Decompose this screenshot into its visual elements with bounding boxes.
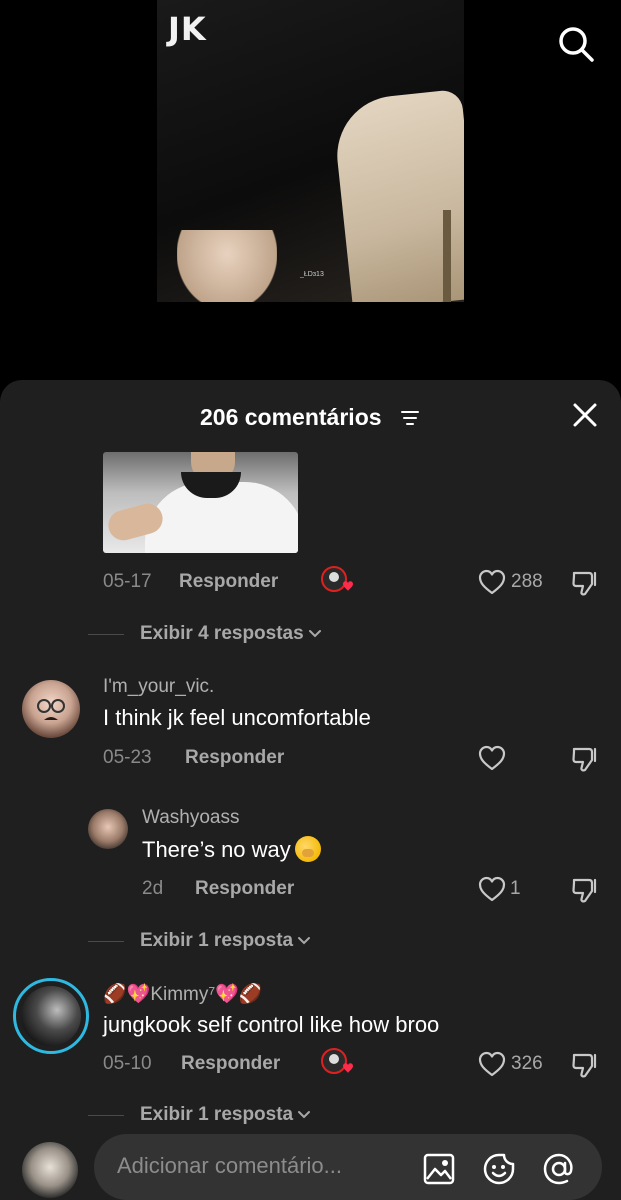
creator-liked-badge (321, 1048, 355, 1078)
thumbs-down-icon[interactable] (571, 745, 599, 773)
video-hand (177, 230, 277, 302)
creator-liked-badge (321, 566, 355, 596)
reply-button[interactable]: Responder (181, 1053, 280, 1075)
comments-count-title: 206 comentários (200, 404, 382, 430)
comment-input-placeholder: Adicionar comentário... (117, 1153, 342, 1178)
view-replies-label: Exibir 4 respostas (140, 623, 304, 644)
chevron-down-icon (308, 629, 321, 638)
comment-date: 2d (142, 878, 164, 899)
like-count: 326 (511, 1053, 543, 1074)
hand-over-mouth-emoji-icon (294, 836, 321, 862)
replies-divider (88, 634, 124, 635)
comment-input-bar: Adicionar comentário... (0, 1124, 621, 1200)
comment-username[interactable]: I'm_your_vic. (103, 676, 214, 698)
chevron-down-icon (298, 936, 311, 945)
avatar[interactable] (88, 809, 128, 849)
view-replies-link[interactable]: Exibir 1 resposta (140, 930, 311, 952)
comments-sheet: 206 comentários 05-17 Responder 288 Exib… (0, 380, 621, 1200)
comment-input[interactable]: Adicionar comentário... (94, 1134, 602, 1200)
video-watermark: _ŁDɜ13 (300, 271, 324, 278)
image-icon[interactable] (422, 1152, 456, 1186)
comment-text-content: There’s no way (142, 837, 291, 862)
avatar-story-ring[interactable] (13, 978, 89, 1054)
search-icon[interactable] (556, 24, 596, 64)
current-user-avatar[interactable] (22, 1142, 78, 1198)
comment-date: 05-23 (103, 747, 152, 768)
filter-icon[interactable] (401, 410, 419, 426)
video-frame[interactable]: JK _ŁDɜ13 (157, 0, 464, 302)
heart-outline-icon[interactable] (478, 745, 506, 771)
comment-text: There’s no way (142, 836, 321, 863)
comment-date: 05-17 (103, 571, 152, 592)
comment-date: 05-10 (103, 1053, 152, 1074)
video-player[interactable]: JK _ŁDɜ13 (0, 0, 621, 380)
replies-divider (88, 941, 124, 942)
comment-attached-image[interactable] (103, 452, 298, 553)
avatar (21, 986, 81, 1046)
video-stand (443, 210, 451, 302)
like-count: 1 (510, 878, 521, 899)
comment-username[interactable]: Washyoass (142, 807, 240, 829)
reply-button[interactable]: Responder (185, 747, 284, 769)
thumbs-down-icon[interactable] (571, 569, 599, 597)
view-replies-link[interactable]: Exibir 4 respostas (140, 623, 322, 645)
avatar[interactable] (22, 680, 80, 738)
video-overlay-label: JK (168, 10, 207, 48)
sheet-header: 206 comentários (0, 380, 621, 450)
heart-outline-icon[interactable] (478, 569, 506, 595)
reply-button[interactable]: Responder (195, 878, 294, 900)
comment-text: I think jk feel uncomfortable (103, 705, 371, 730)
view-replies-link[interactable]: Exibir 1 resposta (140, 1104, 311, 1126)
thumbs-down-icon[interactable] (571, 876, 599, 904)
thumbs-down-icon[interactable] (571, 1051, 599, 1079)
view-replies-label: Exibir 1 resposta (140, 1104, 294, 1125)
heart-outline-icon[interactable] (478, 1051, 506, 1077)
at-icon[interactable] (542, 1152, 576, 1186)
heart-outline-icon[interactable] (478, 876, 506, 902)
comment-text: jungkook self control like how broo (103, 1012, 440, 1037)
replies-divider (88, 1115, 124, 1116)
like-count: 288 (511, 571, 543, 592)
close-icon[interactable] (572, 402, 598, 428)
reply-button[interactable]: Responder (179, 571, 278, 593)
view-replies-label: Exibir 1 resposta (140, 930, 294, 951)
emoji-icon[interactable] (482, 1152, 516, 1186)
chevron-down-icon (298, 1110, 311, 1119)
comment-username[interactable]: 🏈💖Kimmy⁷💖🏈 (103, 982, 263, 1006)
